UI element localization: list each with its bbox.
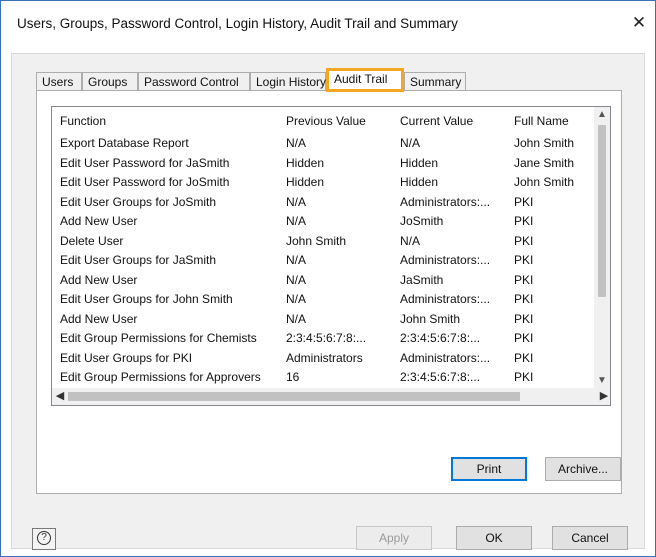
table-cell: Edit User Password for JaSmith [60, 155, 230, 170]
scroll-right-icon[interactable]: ▶ [596, 388, 610, 405]
table-cell: PKI [514, 194, 534, 209]
horizontal-scroll-thumb[interactable] [68, 392, 520, 401]
table-cell: Hidden [400, 155, 439, 170]
column-header-current-value[interactable]: Current Value [392, 107, 506, 134]
table-cell: Delete User [60, 233, 124, 248]
table-cell: JaSmith [400, 272, 444, 287]
table-cell: Edit User Groups for John Smith [60, 292, 233, 306]
table-cell: Administrators:... [400, 292, 491, 306]
tab-users[interactable]: Users [36, 72, 82, 91]
table-row[interactable]: Add New User N/A John Smith PKI [52, 310, 596, 330]
tab-summary[interactable]: Summary [404, 72, 466, 91]
tab-password-control[interactable]: Password Control [138, 72, 250, 91]
table-cell: PKI [514, 233, 534, 248]
table-cell: Edit User Groups for PKI [60, 350, 193, 365]
table-cell: 2:3:4:5:6:7:8:... [400, 370, 481, 384]
table-row[interactable]: Add New User N/A JaSmith PKI [52, 271, 596, 291]
table-cell: 16 [286, 370, 300, 384]
tab-login-history[interactable]: Login History [250, 72, 326, 91]
table-cell: N/A [400, 233, 421, 248]
table-cell: Add New User [60, 272, 138, 287]
table-cell: N/A [400, 136, 421, 150]
table-cell: PKI [514, 272, 534, 287]
table-cell: PKI [514, 311, 534, 326]
table-cell: N/A [286, 136, 307, 150]
scroll-left-icon[interactable]: ◀ [52, 388, 68, 405]
audit-trail-pane: Function Previous Value Current Value Full … [36, 90, 622, 494]
window-title: Users, Groups, Password Control, Login H… [17, 16, 458, 31]
table-row[interactable]: Edit User Password for JoSmith Hidden Hidd… [52, 173, 596, 193]
horizontal-scrollbar[interactable]: ◀ ▶ [52, 388, 610, 405]
help-button[interactable]: ? [32, 528, 56, 550]
table-row[interactable]: Edit User Groups for JaSmith N/A Administr… [52, 251, 596, 271]
table-cell: Edit User Password for JoSmith [60, 175, 230, 189]
table-cell: Jane Smith [514, 155, 575, 170]
table-row[interactable]: Edit Group Permissions for Approvers 16 2:… [52, 368, 596, 388]
table-cell: PKI [514, 214, 534, 228]
table-cell: John Smith [286, 233, 347, 248]
tab-groups[interactable]: Groups [82, 72, 138, 91]
table-cell: N/A [286, 214, 307, 228]
column-header-previous-value[interactable]: Previous Value [278, 107, 392, 134]
apply-button[interactable]: Apply [356, 526, 432, 550]
scroll-up-icon[interactable]: ▲ [594, 107, 610, 123]
table-cell: PKI [514, 253, 534, 267]
table-cell: Add New User [60, 311, 138, 326]
table-cell: N/A [286, 311, 307, 326]
table-cell: 2:3:4:5:6:7:8:... [286, 331, 367, 345]
table-cell: 2:3:4:5:6:7:8:... [400, 331, 481, 345]
table-cell: Edit Group Permissions for Chemists [60, 331, 257, 345]
table-row[interactable]: Export Database Report N/A N/A John Smith [52, 134, 596, 154]
table-cell: Add New User [60, 214, 138, 228]
table-cell: Edit User Groups for JaSmith [60, 253, 217, 267]
tab-audit-trail[interactable]: Audit Trail [326, 68, 404, 92]
table-cell: John Smith [400, 311, 461, 326]
table-cell: Edit Group Permissions for Approvers [60, 370, 261, 384]
table-cell: N/A [286, 272, 307, 287]
table-cell: PKI [514, 370, 534, 384]
column-header-function[interactable]: Function [52, 107, 278, 134]
table-cell: PKI [514, 292, 534, 306]
table-cell: Administrators:... [400, 350, 491, 365]
vertical-scroll-thumb[interactable] [598, 125, 606, 297]
close-icon[interactable]: ✕ [627, 11, 651, 35]
table-cell: Hidden [400, 175, 439, 189]
column-header-full-name[interactable]: Full Name [506, 107, 596, 134]
ok-button[interactable]: OK [456, 526, 532, 550]
table-row[interactable]: Edit User Groups for JoSmith N/A Administr… [52, 193, 596, 213]
table-cell: Administrators:... [400, 194, 491, 209]
table-row[interactable]: Add New User N/A JoSmith PKI [52, 212, 596, 232]
table-row[interactable]: Edit User Groups for PKI Administrators Ad… [52, 349, 596, 369]
table-cell: PKI [514, 331, 534, 345]
vertical-scrollbar[interactable]: ▲ ▼ [594, 107, 610, 389]
table-cell: Edit User Groups for JoSmith [60, 194, 217, 209]
grid-header: Function Previous Value Current Value Full … [52, 107, 596, 134]
scroll-down-icon[interactable]: ▼ [594, 373, 610, 389]
table-row[interactable]: Edit User Groups for John Smith N/A Admini… [52, 290, 596, 310]
archive-button[interactable]: Archive... [545, 457, 621, 481]
table-cell: PKI [514, 350, 534, 365]
table-cell: JoSmith [400, 214, 444, 228]
help-icon: ? [37, 531, 51, 545]
table-cell: Administrators [286, 350, 363, 365]
dialog-body: Users Groups Password Control Login History… [11, 53, 645, 550]
table-cell: N/A [286, 292, 307, 306]
table-cell: Administrators:... [400, 253, 491, 267]
table-row[interactable]: Delete User John Smith N/A PKI [52, 232, 596, 252]
dialog-window: Users, Groups, Password Control, Login H… [0, 0, 656, 557]
table-row[interactable]: Edit Group Permissions for Chemists 2:3:4… [52, 329, 596, 349]
table-cell: N/A [286, 194, 307, 209]
table-cell: N/A [286, 253, 307, 267]
table-cell: Export Database Report [60, 136, 189, 150]
title-bar: Users, Groups, Password Control, Login H… [1, 1, 655, 45]
table-cell: Hidden [286, 175, 325, 189]
print-button[interactable]: Print [451, 457, 527, 481]
audit-trail-grid[interactable]: Function Previous Value Current Value Full … [51, 106, 611, 406]
grid-rows: Export Database Report N/A N/A John Smith Ed… [52, 134, 596, 405]
table-cell: John Smith [514, 175, 575, 189]
table-row[interactable]: Edit User Password for JaSmith Hidden Hidd… [52, 154, 596, 174]
table-cell: John Smith [514, 136, 575, 150]
cancel-button[interactable]: Cancel [552, 526, 628, 550]
table-cell: Hidden [286, 155, 325, 170]
